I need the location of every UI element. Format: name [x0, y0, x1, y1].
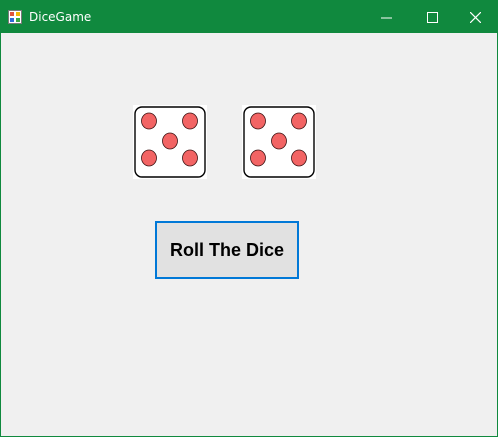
die-pip	[291, 112, 307, 130]
die-pip	[250, 149, 266, 167]
dicegame-window: DiceGame Roll The Dice	[0, 0, 498, 437]
close-icon	[470, 12, 481, 23]
maximize-button[interactable]	[409, 1, 455, 33]
die-pip	[271, 132, 287, 150]
roll-the-dice-button[interactable]: Roll The Dice	[155, 221, 299, 279]
minimize-button[interactable]	[363, 1, 409, 33]
app-icon	[8, 10, 22, 24]
die-right	[242, 105, 316, 179]
die-pip	[162, 132, 178, 150]
maximize-icon	[427, 12, 438, 23]
client-area: Roll The Dice	[1, 33, 497, 436]
die-pip	[141, 112, 157, 130]
window-title: DiceGame	[29, 10, 92, 24]
die-face-five	[134, 106, 206, 178]
die-pip	[250, 112, 266, 130]
close-button[interactable]	[452, 1, 497, 33]
die-pip	[182, 112, 198, 130]
minimize-icon	[381, 17, 392, 19]
die-pip	[182, 149, 198, 167]
title-bar[interactable]: DiceGame	[1, 1, 497, 33]
die-left	[133, 105, 207, 179]
die-face-five	[243, 106, 315, 178]
die-pip	[141, 149, 157, 167]
die-pip	[291, 149, 307, 167]
